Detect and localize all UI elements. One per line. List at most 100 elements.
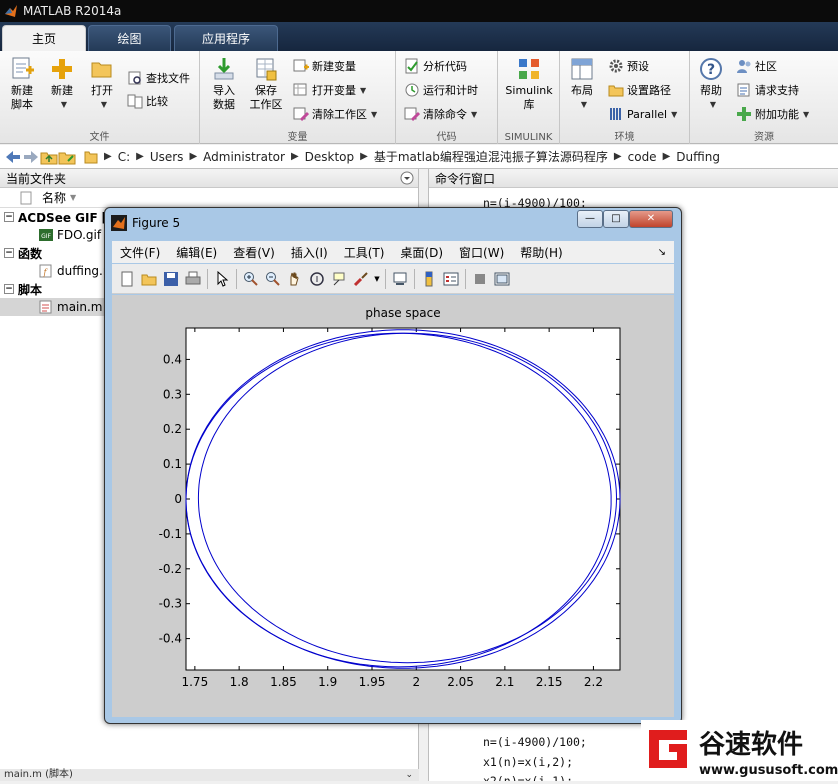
menu-help[interactable]: 帮助(H) <box>520 244 562 261</box>
breadcrumb-code[interactable]: code <box>628 150 657 164</box>
menu-insert[interactable]: 插入(I) <box>291 244 328 261</box>
command-window-header: 命令行窗口 <box>429 169 838 188</box>
run-and-time-button[interactable]: 运行和计时 <box>404 80 478 100</box>
open-variable-button[interactable]: 打开变量 ▼ <box>293 80 366 100</box>
new-script-label-1: 新建 <box>11 84 33 97</box>
app-titlebar: MATLAB R2014a <box>0 0 838 22</box>
print-icon[interactable] <box>182 268 204 290</box>
open-variable-dropdown-icon[interactable]: ▼ <box>360 86 366 95</box>
open-dropdown-icon[interactable]: ▼ <box>88 98 120 112</box>
clear-workspace-dropdown-icon[interactable]: ▼ <box>371 110 377 119</box>
forward-arrow-icon[interactable] <box>22 149 40 165</box>
path-separator-icon: ▶ <box>104 151 112 162</box>
collapse-icon[interactable]: − <box>4 284 14 294</box>
breadcrumb-c[interactable]: C: <box>118 150 130 164</box>
preferences-button[interactable]: 预设 <box>608 56 649 76</box>
layout-label: 布局 <box>571 84 593 97</box>
folder-icon <box>84 151 98 163</box>
app-title: MATLAB R2014a <box>23 4 122 18</box>
help-dropdown-icon[interactable]: ▼ <box>698 98 728 112</box>
back-arrow-icon[interactable] <box>4 149 22 165</box>
breadcrumb-desktop[interactable]: Desktop <box>305 150 355 164</box>
brush-icon[interactable] <box>350 268 372 290</box>
layout-dropdown-icon[interactable]: ▼ <box>568 98 600 112</box>
pane-menu-icon[interactable] <box>400 171 414 185</box>
menu-file[interactable]: 文件(F) <box>120 244 160 261</box>
compare-button[interactable]: 比较 <box>127 91 168 111</box>
new-script-icon <box>12 57 34 79</box>
pointer-icon[interactable] <box>211 268 233 290</box>
save-workspace-button[interactable]: 保存 工作区 <box>246 56 286 112</box>
gear-icon <box>609 59 623 73</box>
breadcrumb-project[interactable]: 基于matlab编程强迫混沌振子算法源码程序 <box>374 148 608 165</box>
dock-arrow-icon[interactable]: ↘ <box>658 247 666 258</box>
help-button[interactable]: ? 帮助 ▼ <box>694 56 728 112</box>
simulink-library-button[interactable]: Simulink 库 <box>502 56 556 112</box>
minimize-button[interactable]: — <box>577 210 603 228</box>
clear-commands-button[interactable]: 清除命令 ▼ <box>404 104 477 124</box>
parallel-button[interactable]: Parallel ▼ <box>608 104 677 124</box>
rotate-3d-icon[interactable] <box>306 268 328 290</box>
details-expand-icon[interactable]: ⌄ <box>405 769 413 781</box>
brush-dropdown-icon[interactable]: ▼ <box>372 268 382 290</box>
import-data-button[interactable]: 导入 数据 <box>204 56 244 112</box>
figure-canvas: phase space 1.75 1.8 1.85 1.9 1.95 2 2.05 2.1 2.… <box>112 295 674 717</box>
command-line: x2(n)=x(i,1); <box>483 774 574 781</box>
phase-space-plot[interactable]: phase space 1.75 1.8 1.85 1.9 1.95 2 2.05 2.1 2.… <box>112 295 674 717</box>
new-button[interactable]: 新建 ▼ <box>44 56 80 112</box>
y-tick-label: -0.4 <box>159 632 182 646</box>
menu-view[interactable]: 查看(V) <box>233 244 275 261</box>
parallel-dropdown-icon[interactable]: ▼ <box>671 110 677 119</box>
y-tick-label: 0.2 <box>163 422 182 436</box>
new-script-button[interactable]: 新建 脚本 <box>4 56 40 112</box>
set-path-button[interactable]: 设置路径 <box>608 80 671 100</box>
menu-edit[interactable]: 编辑(E) <box>176 244 217 261</box>
menu-window[interactable]: 窗口(W) <box>459 244 504 261</box>
find-files-button[interactable]: 查找文件 <box>127 68 190 88</box>
data-cursor-icon[interactable] <box>328 268 350 290</box>
clear-workspace-icon <box>293 107 309 122</box>
menu-desktop[interactable]: 桌面(D) <box>400 244 443 261</box>
show-plot-tools-icon[interactable] <box>491 268 513 290</box>
close-button[interactable]: ✕ <box>629 210 673 228</box>
menu-tools[interactable]: 工具(T) <box>344 244 385 261</box>
maximize-button[interactable]: □ <box>603 210 629 228</box>
legend-icon[interactable] <box>440 268 462 290</box>
open-button[interactable]: 打开 ▼ <box>84 56 120 112</box>
name-column-header[interactable]: 名称 ▼ <box>0 188 418 208</box>
x-tick-label: 1.75 <box>181 675 208 689</box>
tab-plots[interactable]: 绘图 <box>88 25 171 51</box>
request-support-button[interactable]: 请求支持 <box>736 80 799 100</box>
new-figure-icon[interactable] <box>116 268 138 290</box>
figure-menubar: 文件(F) 编辑(E) 查看(V) 插入(I) 工具(T) 桌面(D) 窗口(W… <box>112 241 674 263</box>
zoom-in-icon[interactable] <box>240 268 262 290</box>
new-variable-button[interactable]: 新建变量 <box>293 56 356 76</box>
clear-workspace-button[interactable]: 清除工作区 ▼ <box>293 104 377 124</box>
browse-folder-icon[interactable] <box>58 149 78 165</box>
layout-button[interactable]: 布局 ▼ <box>564 56 600 112</box>
open-file-icon[interactable] <box>138 268 160 290</box>
addons-dropdown-icon[interactable]: ▼ <box>803 110 809 119</box>
collapse-icon[interactable]: − <box>4 212 14 222</box>
breadcrumb-users[interactable]: Users <box>150 150 184 164</box>
analyze-code-button[interactable]: 分析代码 <box>404 56 467 76</box>
community-button[interactable]: 社区 <box>736 56 777 76</box>
x-tick-label: 2.15 <box>536 675 563 689</box>
clear-commands-dropdown-icon[interactable]: ▼ <box>471 110 477 119</box>
watermark-url: www.gususoft.com <box>699 763 838 778</box>
pan-hand-icon[interactable] <box>284 268 306 290</box>
collapse-icon[interactable]: − <box>4 248 14 258</box>
colorbar-icon[interactable] <box>418 268 440 290</box>
link-plot-icon[interactable] <box>389 268 411 290</box>
breadcrumb-duffing[interactable]: Duffing <box>676 150 720 164</box>
save-icon[interactable] <box>160 268 182 290</box>
up-folder-icon[interactable] <box>40 149 58 165</box>
tab-apps[interactable]: 应用程序 <box>174 25 278 51</box>
figure-window[interactable]: Figure 5 — □ ✕ 文件(F) 编辑(E) 查看(V) 插入(I) 工… <box>104 207 682 724</box>
hide-plot-tools-icon[interactable] <box>469 268 491 290</box>
zoom-out-icon[interactable] <box>262 268 284 290</box>
tab-home[interactable]: 主页 <box>2 25 86 51</box>
breadcrumb-administrator[interactable]: Administrator <box>203 150 285 164</box>
addons-button[interactable]: 附加功能 ▼ <box>736 104 809 124</box>
new-dropdown-icon[interactable]: ▼ <box>48 98 80 112</box>
